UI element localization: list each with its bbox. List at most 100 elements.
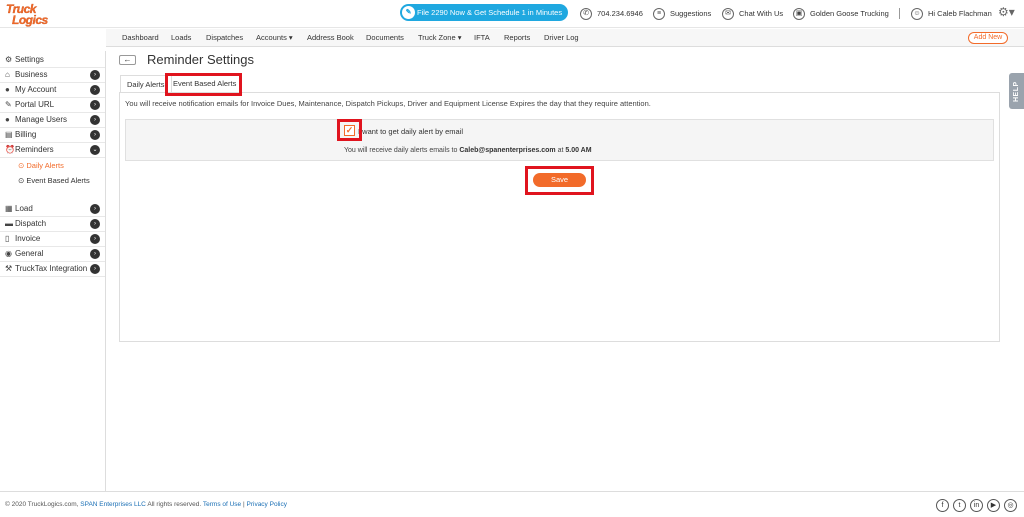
chevron-right-icon: ›	[90, 85, 100, 95]
top-bar: Truck Logics ✎ File 2290 Now & Get Sched…	[0, 0, 1024, 28]
sidebar-item-label: Dispatch	[15, 219, 47, 228]
highlight-save-button	[525, 166, 594, 195]
phone-link[interactable]: ✆ 704.234.6946	[580, 7, 643, 21]
sidebar: ⚙ Settings ⌂ Business › ● My Account › ✎ Porta…	[0, 51, 106, 491]
sidebar-item-dispatch[interactable]: ▬ Dispatch ›	[0, 217, 105, 232]
phone-number: 704.234.6946	[597, 9, 643, 18]
help-label: HELP	[1013, 81, 1020, 102]
nav-truck-zone[interactable]: Truck Zone ▾	[418, 33, 462, 42]
nav-ifta[interactable]: IFTA	[474, 33, 490, 42]
sidebar-item-portal-url[interactable]: ✎ Portal URL ›	[0, 98, 105, 113]
sidebar-item-label: Billing	[15, 130, 37, 139]
sidebar-item-label: TruckTax Integration	[15, 264, 88, 273]
company-icon: ▣	[793, 8, 805, 21]
instagram-icon[interactable]: ◎	[1004, 499, 1017, 512]
sidebar-item-business[interactable]: ⌂ Business ›	[0, 68, 105, 83]
chevron-right-icon: ›	[90, 204, 100, 214]
alert-info-text: You will receive daily alerts emails to …	[344, 147, 592, 154]
info-text: You will receive notification emails for…	[125, 99, 651, 108]
sidebar-sub-label: Event Based Alerts	[26, 176, 90, 185]
truck-icon: ▬	[5, 219, 13, 228]
sidebar-item-load[interactable]: ▦ Load ›	[0, 202, 105, 217]
twitter-icon[interactable]: t	[953, 499, 966, 512]
user-menu[interactable]: ☺ Hi Caleb Flachman	[911, 7, 992, 21]
promo-text: File 2290 Now & Get Schedule 1 in Minute…	[417, 8, 563, 17]
facebook-icon[interactable]: f	[936, 499, 949, 512]
nav-loads[interactable]: Loads	[171, 33, 191, 42]
tab-daily-alerts[interactable]: Daily Alerts	[120, 75, 172, 93]
suggestions-link[interactable]: ≡ Suggestions	[653, 7, 711, 21]
main-nav: Dashboard Loads Dispatches Accounts ▾ Ad…	[106, 29, 1024, 47]
sidebar-settings-label: Settings	[15, 55, 44, 64]
company-link[interactable]: ▣ Golden Goose Trucking	[793, 7, 889, 21]
linkedin-icon[interactable]: in	[970, 499, 983, 512]
terms-link[interactable]: Terms of Use	[203, 501, 241, 508]
compass-icon: ◉	[5, 249, 12, 258]
clipboard-icon: ▦	[5, 204, 13, 213]
alert-email: Caleb@spanenterprises.com	[459, 147, 556, 154]
invoice-icon: ▯	[5, 234, 10, 243]
chevron-right-icon: ›	[90, 130, 100, 140]
nav-address-book[interactable]: Address Book	[307, 33, 354, 42]
help-tab[interactable]: HELP	[1009, 73, 1024, 109]
nav-reports[interactable]: Reports	[504, 33, 530, 42]
chevron-right-icon: ›	[90, 249, 100, 259]
tax-icon: ✎	[402, 6, 415, 19]
sidebar-item-invoice[interactable]: ▯ Invoice ›	[0, 232, 105, 247]
chat-label: Chat With Us	[739, 9, 784, 18]
suggestions-icon: ≡	[653, 8, 665, 21]
footer: © 2020 TruckLogics.com, SPAN Enterprises…	[0, 491, 1024, 517]
sidebar-sub-daily-alerts[interactable]: ⊙ Daily Alerts	[0, 158, 105, 173]
chevron-down-icon: ⌄	[90, 145, 100, 155]
phone-icon: ✆	[580, 8, 592, 21]
alert-prefix: You will receive daily alerts emails to	[344, 147, 458, 154]
highlight-checkbox	[337, 119, 362, 141]
add-new-button[interactable]: Add New	[968, 32, 1008, 44]
alert-mid: at	[557, 147, 564, 154]
back-arrow-icon[interactable]: ←	[119, 55, 136, 65]
user-name: Hi Caleb Flachman	[928, 9, 992, 18]
chat-icon: ✉	[722, 8, 734, 21]
trucklogics-logo[interactable]: Truck Logics	[6, 2, 60, 28]
sidebar-item-billing[interactable]: ▤ Billing ›	[0, 128, 105, 143]
sidebar-item-my-account[interactable]: ● My Account ›	[0, 83, 105, 98]
sidebar-item-trucktax-integration[interactable]: ⚒ TruckTax Integration ›	[0, 262, 105, 277]
sidebar-item-manage-users[interactable]: ● Manage Users ›	[0, 113, 105, 128]
billing-icon: ▤	[5, 130, 13, 139]
privacy-link[interactable]: Privacy Policy	[247, 501, 287, 508]
edit-icon: ✎	[5, 100, 12, 109]
nav-driver-log[interactable]: Driver Log	[544, 33, 579, 42]
user-icon: ☺	[911, 8, 923, 21]
sidebar-item-label: Reminders	[15, 145, 54, 154]
sidebar-item-label: Manage Users	[15, 115, 68, 124]
daily-alert-panel	[125, 119, 994, 161]
chevron-right-icon: ›	[90, 115, 100, 125]
sidebar-item-label: Portal URL	[15, 100, 55, 109]
bank-icon: ⌂	[5, 70, 10, 79]
chevron-right-icon: ›	[90, 234, 100, 244]
copyright: © 2020 TruckLogics.com,	[5, 501, 79, 508]
sidebar-item-general[interactable]: ◉ General ›	[0, 247, 105, 262]
youtube-icon[interactable]: ▶	[987, 499, 1000, 512]
chat-link[interactable]: ✉ Chat With Us	[722, 7, 784, 21]
sidebar-sub-event-alerts[interactable]: ⊙ Event Based Alerts	[0, 173, 105, 188]
nav-dashboard[interactable]: Dashboard	[122, 33, 159, 42]
chevron-right-icon: ›	[90, 100, 100, 110]
sidebar-item-label: Business	[15, 70, 48, 79]
nav-documents[interactable]: Documents	[366, 33, 404, 42]
nav-accounts[interactable]: Accounts ▾	[256, 33, 293, 42]
sidebar-item-reminders[interactable]: ⏰Reminders ⌄	[0, 143, 105, 158]
nav-dispatches[interactable]: Dispatches	[206, 33, 243, 42]
settings-gear-icon[interactable]: ⚙▾	[998, 6, 1015, 19]
copyright-text: © 2020 TruckLogics.com, SPAN Enterprises…	[5, 501, 287, 508]
sidebar-sub-label: Daily Alerts	[26, 161, 64, 170]
promo-banner[interactable]: ✎ File 2290 Now & Get Schedule 1 in Minu…	[400, 4, 568, 21]
company-name: Golden Goose Trucking	[810, 9, 889, 18]
sidebar-item-label: General	[15, 249, 44, 258]
span-enterprises-link[interactable]: SPAN Enterprises LLC	[80, 501, 146, 508]
chevron-right-icon: ›	[90, 219, 100, 229]
user-icon: ●	[5, 85, 10, 94]
logo-line-2: Logics	[12, 13, 48, 27]
gear-icon: ⚙	[5, 55, 13, 64]
chevron-right-icon: ›	[90, 264, 100, 274]
